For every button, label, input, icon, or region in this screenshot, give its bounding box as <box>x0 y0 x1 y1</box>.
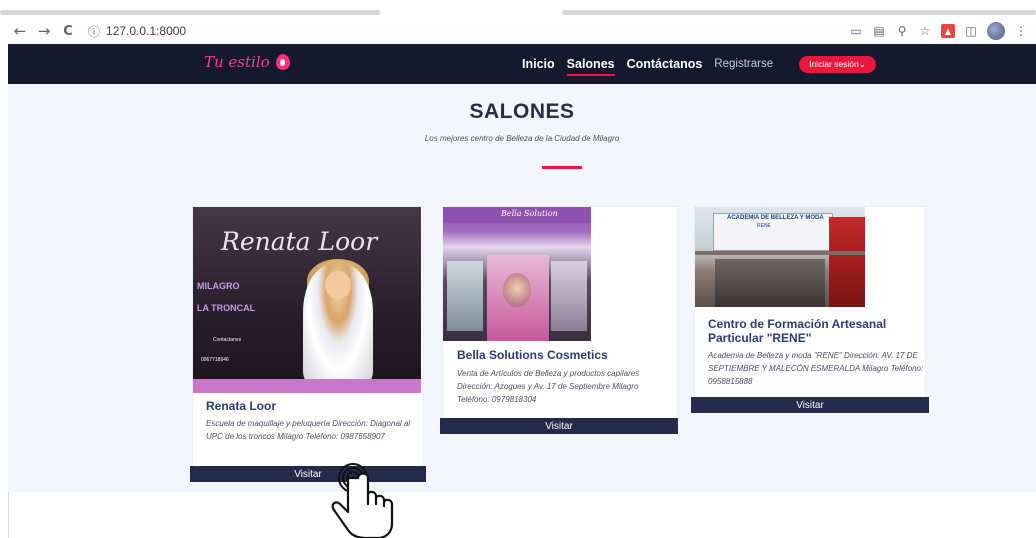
store-window <box>447 261 483 331</box>
building-ledge <box>695 251 865 255</box>
poster-face <box>325 271 351 299</box>
nav-contactanos[interactable]: Contáctanos <box>627 44 703 84</box>
drop-logo-icon <box>275 54 290 70</box>
page-title: SALONES <box>469 100 575 123</box>
salon-description: Academia de Belleza y moda "RENE" Direcc… <box>708 351 924 386</box>
browser-tab-edge <box>562 10 1036 15</box>
salon-image-bella[interactable]: Bella Solution <box>443 207 591 341</box>
browser-toolbar-icons: ▭ ▤ ⚲ ☆ ▲ ◫ ⋮ <box>849 18 1028 44</box>
salons-section: SALONES Los mejores centro de Belleza de… <box>8 84 1036 492</box>
salon-card-rene: ACADEMIA DE BELLEZA Y MODA RENE Centro d… <box>694 206 926 398</box>
salon-card-renata: Renata Loor MILAGRO LA TRONCAL Contactan… <box>192 206 424 468</box>
salon-card-bella: Bella Solution Bella Solutions Cosmetics… <box>442 206 678 420</box>
zoom-icon[interactable]: ⚲ <box>895 24 909 38</box>
building-storefront <box>715 259 825 307</box>
poster-text: MILAGRO <box>197 281 240 291</box>
cast-icon[interactable]: ▭ <box>849 24 863 38</box>
store-sign-text: Bella Solution <box>501 209 558 218</box>
browser-tab-edge <box>0 10 380 15</box>
url-field[interactable]: ⓘ 127.0.0.1:8000 <box>88 23 186 40</box>
reload-icon[interactable]: C <box>58 21 78 41</box>
poster-contacts: Contactanos <box>213 337 242 343</box>
menu-dots-icon[interactable]: ⋮ <box>1014 24 1028 38</box>
page-subtitle: Los mejores centro de Belleza de la Ciud… <box>424 134 620 143</box>
poster-title: Renata Loor <box>221 227 378 256</box>
browser-address-bar: ← → C ⓘ 127.0.0.1:8000 ▭ ▤ ⚲ ☆ ▲ ◫ ⋮ <box>0 18 1036 44</box>
building-wall <box>829 217 865 307</box>
store-window <box>551 261 587 331</box>
browser-tabstrip <box>0 0 1036 15</box>
nav-salones[interactable]: Salones <box>566 44 615 84</box>
visit-button-bella[interactable]: Visitar <box>440 418 678 434</box>
hand-pointer-cursor-icon <box>331 463 394 538</box>
salon-description: Escuela de maquillaje y peluquería Direc… <box>206 419 411 441</box>
salon-image-rene[interactable]: ACADEMIA DE BELLEZA Y MODA RENE <box>695 207 865 307</box>
site-logo[interactable]: Tu estilo <box>204 53 290 71</box>
poster-address-band <box>193 379 421 393</box>
bookmark-star-icon[interactable]: ☆ <box>918 24 932 38</box>
salon-image-renata[interactable]: Renata Loor MILAGRO LA TRONCAL Contactan… <box>193 207 421 393</box>
profile-avatar[interactable] <box>987 22 1005 40</box>
login-button[interactable]: Iniciar sesión ⌄ <box>799 55 876 73</box>
title-divider <box>542 166 582 169</box>
academy-banner-title: ACADEMIA DE BELLEZA Y MODA <box>727 215 824 221</box>
chevron-down-icon: ⌄ <box>858 58 866 69</box>
pdf-extension-icon[interactable]: ▲ <box>941 24 955 38</box>
poster-face <box>503 273 531 307</box>
nav-registrarse[interactable]: Registrarse <box>714 44 773 84</box>
salon-name[interactable]: Renata Loor <box>206 399 416 413</box>
salon-name[interactable]: Centro de Formación Artesanal Particular… <box>708 317 922 345</box>
reading-list-icon[interactable]: ◫ <box>964 24 978 38</box>
nav-inicio[interactable]: Inicio <box>522 44 555 84</box>
poster-text: LA TRONCAL <box>197 303 256 313</box>
login-button-label: Iniciar sesión <box>809 59 859 69</box>
poster-phone: 0967718946 <box>201 357 229 363</box>
back-arrow-icon[interactable]: ← <box>10 21 30 41</box>
visit-button-rene[interactable]: Visitar <box>691 397 929 413</box>
site-info-icon[interactable]: ⓘ <box>88 23 100 40</box>
site-navbar: Tu estilo Inicio Salones Contáctanos Reg… <box>8 44 1036 84</box>
academy-banner-sub: RENE <box>757 223 771 229</box>
salon-name[interactable]: Bella Solutions Cosmetics <box>457 348 671 362</box>
nav-links: Inicio Salones Contáctanos Registrarse I… <box>522 44 876 84</box>
translate-icon[interactable]: ▤ <box>872 24 886 38</box>
logo-text: Tu estilo <box>204 53 270 71</box>
salon-description: Venta de Artículos de Belleza y producto… <box>457 369 640 404</box>
forward-arrow-icon[interactable]: → <box>34 21 54 41</box>
url-text: 127.0.0.1:8000 <box>106 24 187 38</box>
page-edge <box>8 492 9 538</box>
